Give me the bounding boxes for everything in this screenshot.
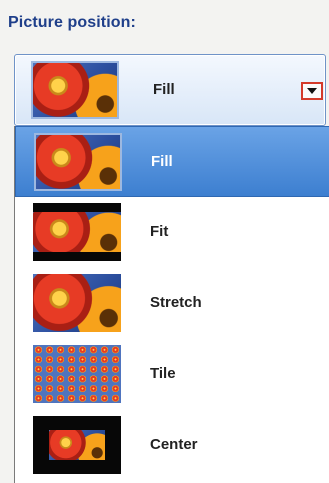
fit-thumbnail xyxy=(33,203,121,261)
option-stretch[interactable]: Stretch xyxy=(15,268,329,339)
option-tile[interactable]: Tile xyxy=(15,339,329,410)
option-label: Stretch xyxy=(150,294,202,311)
combobox-selected-value: Fill xyxy=(153,81,175,98)
option-fill[interactable]: Fill xyxy=(15,126,329,197)
option-center[interactable]: Center xyxy=(15,410,329,481)
center-thumbnail xyxy=(33,416,121,474)
stretch-thumbnail xyxy=(33,274,121,332)
chevron-down-icon xyxy=(307,88,317,94)
tile-thumbnail xyxy=(33,345,121,403)
picture-position-dropdown-list: Fill Fit Stretch Tile Center xyxy=(14,126,329,483)
option-label: Fill xyxy=(151,153,173,170)
picture-position-label: Picture position: xyxy=(8,14,136,31)
dropdown-button[interactable] xyxy=(301,82,323,100)
fill-thumbnail xyxy=(34,133,122,191)
option-label: Tile xyxy=(150,365,176,382)
option-label: Center xyxy=(150,436,198,453)
picture-position-combobox[interactable]: Fill xyxy=(14,54,326,126)
option-label: Fit xyxy=(150,223,169,240)
fill-thumbnail xyxy=(31,61,119,119)
option-fit[interactable]: Fit xyxy=(15,197,329,268)
